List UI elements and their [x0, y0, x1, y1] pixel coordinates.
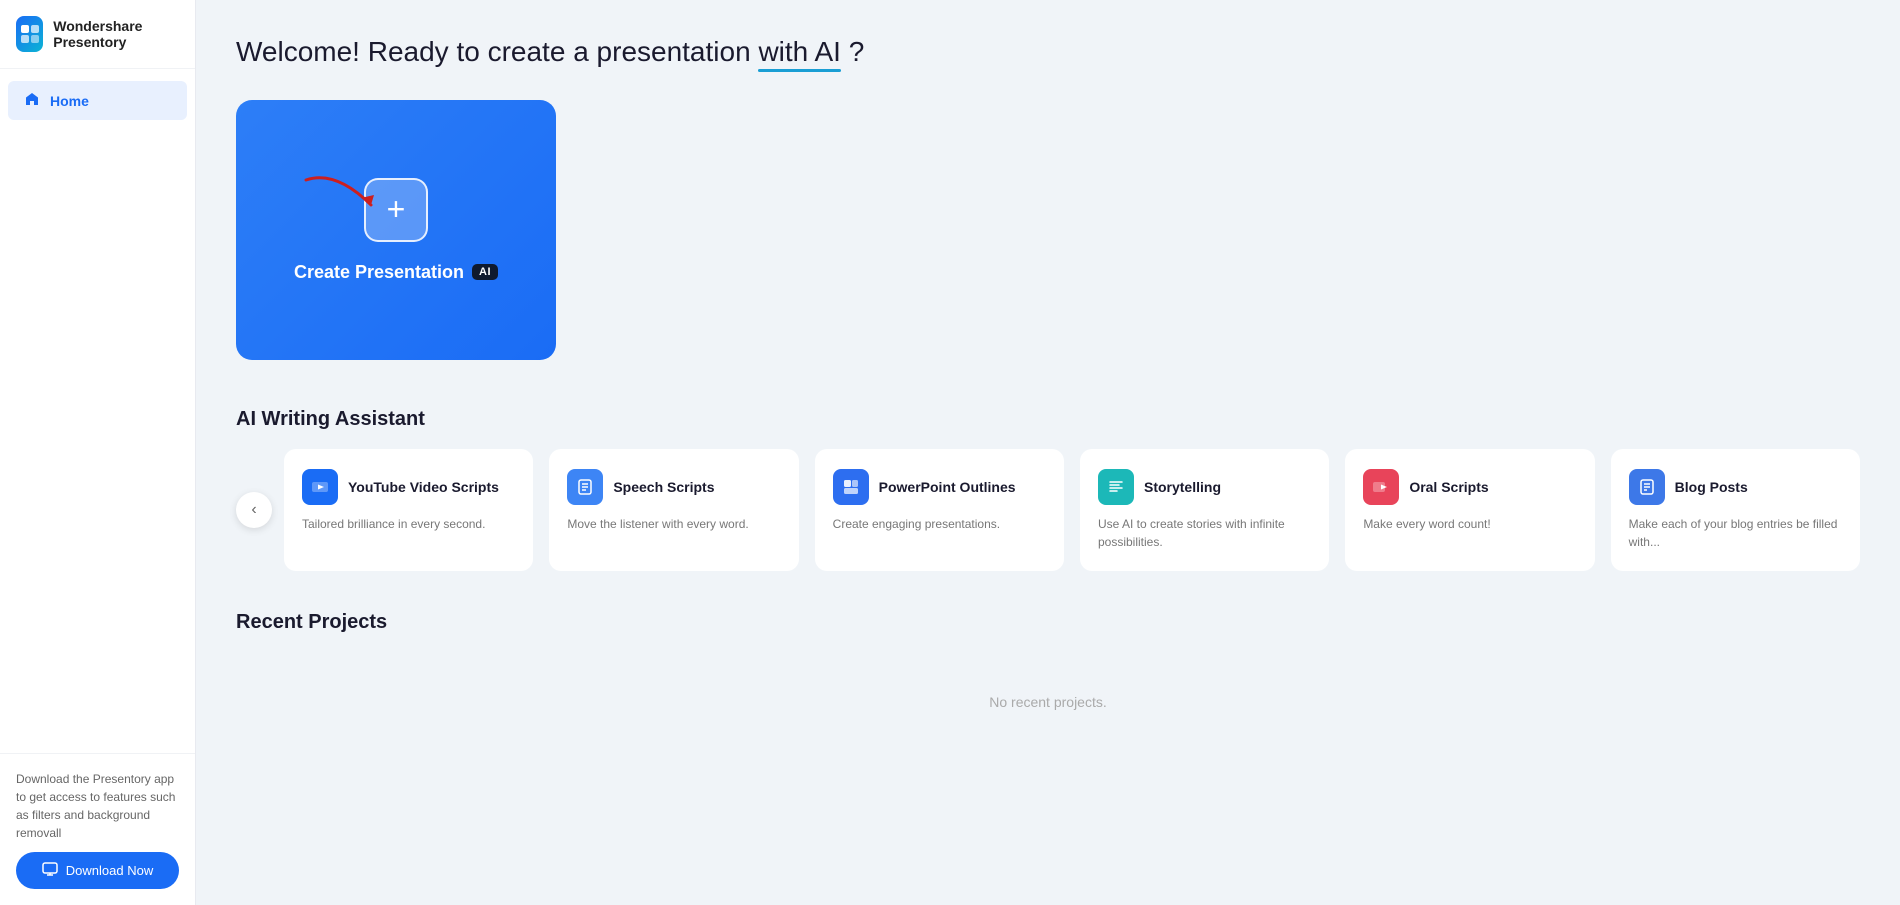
download-button[interactable]: Download Now	[16, 852, 179, 889]
app-logo	[16, 16, 43, 52]
no-projects-message: No recent projects.	[236, 654, 1860, 750]
powerpoint-card-icon	[833, 469, 869, 505]
writing-card-speech[interactable]: Speech Scripts Move the listener with ev…	[549, 449, 798, 571]
create-presentation-card[interactable]: + Create Presentation AI	[236, 100, 556, 360]
writing-card-oral[interactable]: Oral Scripts Make every word count!	[1345, 449, 1594, 571]
app-name: Wondershare Presentory	[53, 18, 179, 50]
writing-cards-list: YouTube Video Scripts Tailored brillianc…	[284, 449, 1860, 571]
sidebar-item-home[interactable]: Home	[8, 81, 187, 120]
speech-card-icon	[567, 469, 603, 505]
blog-card-desc: Make each of your blog entries be filled…	[1629, 515, 1842, 551]
writing-card-blog[interactable]: Blog Posts Make each of your blog entrie…	[1611, 449, 1860, 571]
arrow-decoration	[296, 160, 406, 230]
recent-projects-section: Recent Projects No recent projects.	[236, 611, 1860, 750]
speech-card-title: Speech Scripts	[613, 479, 714, 495]
oral-card-icon	[1363, 469, 1399, 505]
blog-card-title: Blog Posts	[1675, 479, 1748, 495]
prev-arrow-button[interactable]: ‹	[236, 492, 272, 528]
writing-card-youtube[interactable]: YouTube Video Scripts Tailored brillianc…	[284, 449, 533, 571]
youtube-card-desc: Tailored brilliance in every second.	[302, 515, 515, 533]
storytelling-card-desc: Use AI to create stories with infinite p…	[1098, 515, 1311, 551]
writing-cards-wrapper: ‹ YouTube Video Scripts Tailored	[236, 449, 1860, 571]
youtube-card-title: YouTube Video Scripts	[348, 479, 499, 495]
main-content: Welcome! Ready to create a presentation …	[196, 0, 1900, 905]
sidebar: Wondershare Presentory Home Download the…	[0, 0, 196, 905]
ai-highlight: with AI	[758, 36, 840, 68]
ai-badge: AI	[472, 264, 498, 280]
storytelling-card-title: Storytelling	[1144, 479, 1221, 495]
recent-projects-title: Recent Projects	[236, 611, 1860, 634]
storytelling-card-icon	[1098, 469, 1134, 505]
ai-writing-title: AI Writing Assistant	[236, 408, 1860, 431]
oral-card-desc: Make every word count!	[1363, 515, 1576, 533]
sidebar-nav: Home	[0, 69, 195, 753]
home-icon	[24, 91, 40, 110]
ai-writing-section: AI Writing Assistant ‹ YouTube Vid	[236, 408, 1860, 571]
youtube-card-icon	[302, 469, 338, 505]
chevron-left-icon: ‹	[251, 501, 256, 519]
page-title: Welcome! Ready to create a presentation …	[236, 36, 1860, 68]
sidebar-header: Wondershare Presentory	[0, 0, 195, 69]
blog-card-icon	[1629, 469, 1665, 505]
monitor-icon	[42, 861, 58, 880]
create-label: Create Presentation AI	[294, 262, 498, 283]
powerpoint-card-title: PowerPoint Outlines	[879, 479, 1016, 495]
writing-card-storytelling[interactable]: Storytelling Use AI to create stories wi…	[1080, 449, 1329, 571]
oral-card-title: Oral Scripts	[1409, 479, 1488, 495]
sidebar-bottom: Download the Presentory app to get acces…	[0, 753, 195, 905]
writing-card-powerpoint[interactable]: PowerPoint Outlines Create engaging pres…	[815, 449, 1064, 571]
download-description: Download the Presentory app to get acces…	[16, 770, 179, 842]
speech-card-desc: Move the listener with every word.	[567, 515, 780, 533]
powerpoint-card-desc: Create engaging presentations.	[833, 515, 1046, 533]
